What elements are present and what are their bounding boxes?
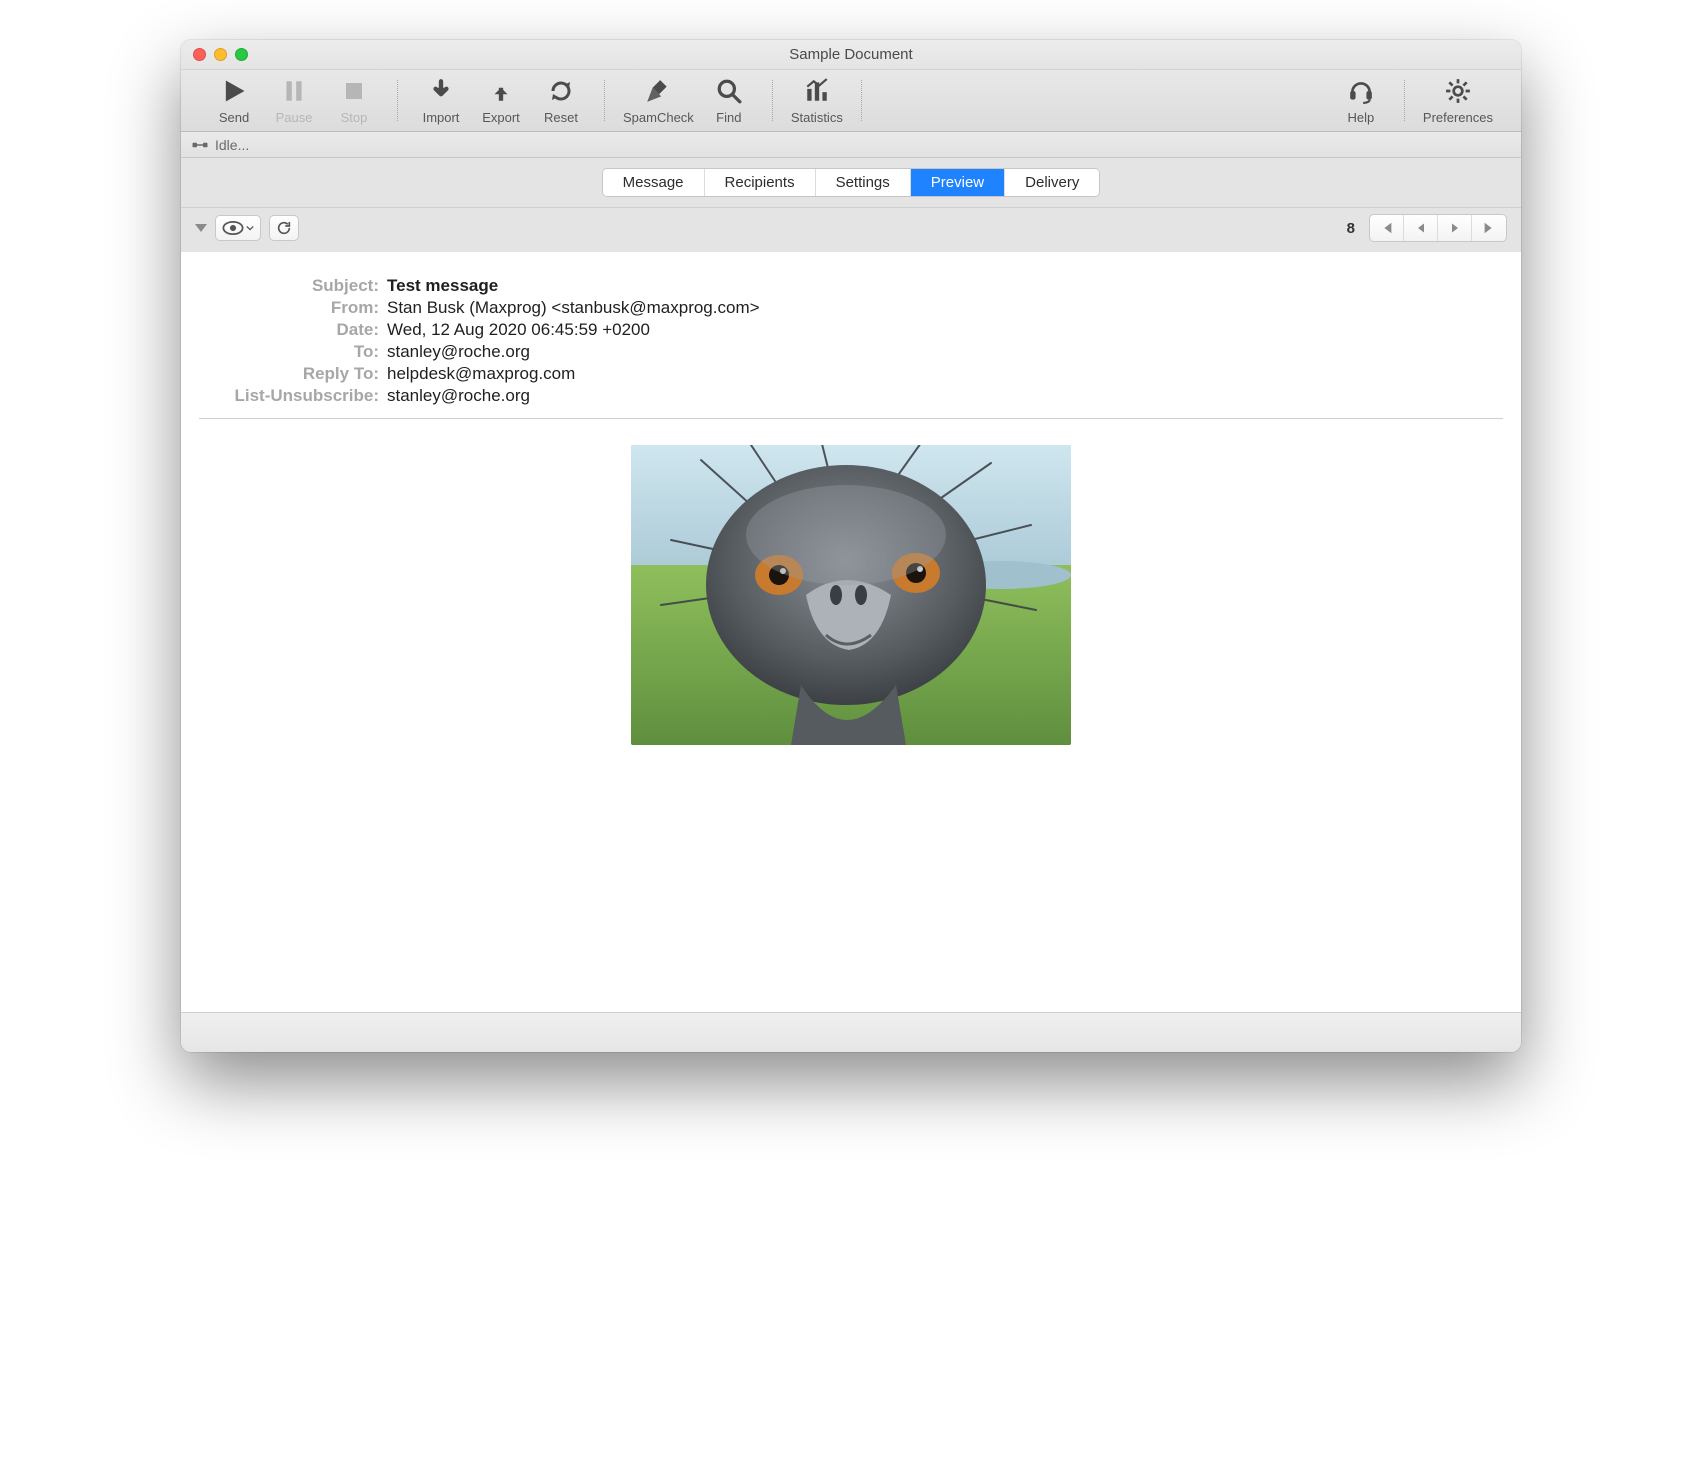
tab-delivery[interactable]: Delivery — [1005, 169, 1099, 196]
preview-index: 8 — [1347, 220, 1355, 237]
app-window: Sample Document Send Pause Stop — [181, 40, 1521, 1052]
arrow-down-icon — [424, 76, 458, 106]
preview-controls: 8 — [181, 208, 1521, 252]
tab-settings[interactable]: Settings — [816, 169, 911, 196]
headset-icon — [1344, 76, 1378, 106]
toolbar-separator — [604, 80, 605, 121]
stop-label: Stop — [341, 110, 368, 125]
toolbar-separator — [1404, 80, 1405, 121]
skip-first-icon — [1380, 221, 1394, 235]
first-button[interactable] — [1370, 215, 1404, 241]
value-from: Stan Busk (Maxprog) <stanbusk@maxprog.co… — [387, 298, 1503, 318]
refresh-icon — [544, 76, 578, 106]
value-list-unsubscribe: stanley@roche.org — [387, 386, 1503, 406]
toolbar: Send Pause Stop Import — [181, 70, 1521, 132]
zoom-window-button[interactable] — [235, 48, 248, 61]
window-controls — [181, 48, 248, 61]
tab-row: Message Recipients Settings Preview Deli… — [181, 158, 1521, 208]
chart-icon — [800, 76, 834, 106]
triangle-right-icon — [1449, 222, 1461, 234]
last-button[interactable] — [1472, 215, 1506, 241]
next-button[interactable] — [1438, 215, 1472, 241]
view-mode-button[interactable] — [215, 215, 261, 241]
label-subject: Subject: — [199, 276, 379, 296]
statistics-label: Statistics — [791, 110, 843, 125]
help-button[interactable]: Help — [1336, 76, 1386, 125]
preferences-button[interactable]: Preferences — [1423, 76, 1493, 125]
status-text: Idle... — [215, 137, 249, 153]
label-reply-to: Reply To: — [199, 364, 379, 384]
pause-label: Pause — [276, 110, 313, 125]
tab-message[interactable]: Message — [603, 169, 705, 196]
triangle-left-icon — [1415, 222, 1427, 234]
connection-icon — [191, 138, 209, 152]
send-label: Send — [219, 110, 249, 125]
stop-icon — [337, 76, 371, 106]
pause-button[interactable]: Pause — [269, 76, 319, 125]
gear-icon — [1441, 76, 1475, 106]
play-icon — [217, 76, 251, 106]
reset-label: Reset — [544, 110, 578, 125]
broom-icon — [641, 76, 675, 106]
find-button[interactable]: Find — [704, 76, 754, 125]
tab-bar: Message Recipients Settings Preview Deli… — [602, 168, 1101, 197]
value-date: Wed, 12 Aug 2020 06:45:59 +0200 — [387, 320, 1503, 340]
label-date: Date: — [199, 320, 379, 340]
reload-preview-button[interactable] — [269, 215, 299, 241]
export-button[interactable]: Export — [476, 76, 526, 125]
window-footer — [181, 1012, 1521, 1052]
import-button[interactable]: Import — [416, 76, 466, 125]
arrow-up-icon — [484, 76, 518, 106]
value-to: stanley@roche.org — [387, 342, 1503, 362]
statistics-button[interactable]: Statistics — [791, 76, 843, 125]
find-label: Find — [716, 110, 741, 125]
triangle-down-icon — [195, 224, 207, 232]
label-to: To: — [199, 342, 379, 362]
email-body — [199, 433, 1503, 785]
toolbar-separator — [772, 80, 773, 121]
titlebar: Sample Document — [181, 40, 1521, 70]
toolbar-separator — [861, 80, 862, 121]
label-from: From: — [199, 298, 379, 318]
help-label: Help — [1348, 110, 1375, 125]
stop-button[interactable]: Stop — [329, 76, 379, 125]
spamcheck-label: SpamCheck — [623, 110, 694, 125]
import-label: Import — [423, 110, 460, 125]
spamcheck-button[interactable]: SpamCheck — [623, 76, 694, 125]
close-window-button[interactable] — [193, 48, 206, 61]
value-reply-to: helpdesk@maxprog.com — [387, 364, 1503, 384]
preview-pane: Subject: Test message From: Stan Busk (M… — [181, 252, 1521, 1012]
chevron-down-icon — [246, 225, 254, 231]
send-button[interactable]: Send — [209, 76, 259, 125]
preferences-label: Preferences — [1423, 110, 1493, 125]
email-headers: Subject: Test message From: Stan Busk (M… — [199, 276, 1503, 419]
status-bar: Idle... — [181, 132, 1521, 158]
embedded-image — [631, 445, 1071, 745]
reload-icon — [276, 220, 292, 236]
reset-button[interactable]: Reset — [536, 76, 586, 125]
magnifier-icon — [712, 76, 746, 106]
label-list-unsubscribe: List-Unsubscribe: — [199, 386, 379, 406]
skip-last-icon — [1482, 221, 1496, 235]
eye-icon — [222, 221, 244, 235]
value-subject: Test message — [387, 276, 1503, 296]
pause-icon — [277, 76, 311, 106]
export-label: Export — [482, 110, 520, 125]
toolbar-separator — [397, 80, 398, 121]
disclosure-button[interactable] — [195, 224, 207, 232]
window-title: Sample Document — [181, 46, 1521, 63]
tab-recipients[interactable]: Recipients — [705, 169, 816, 196]
navigation-buttons — [1369, 214, 1507, 242]
prev-button[interactable] — [1404, 215, 1438, 241]
tab-preview[interactable]: Preview — [911, 169, 1005, 196]
minimize-window-button[interactable] — [214, 48, 227, 61]
